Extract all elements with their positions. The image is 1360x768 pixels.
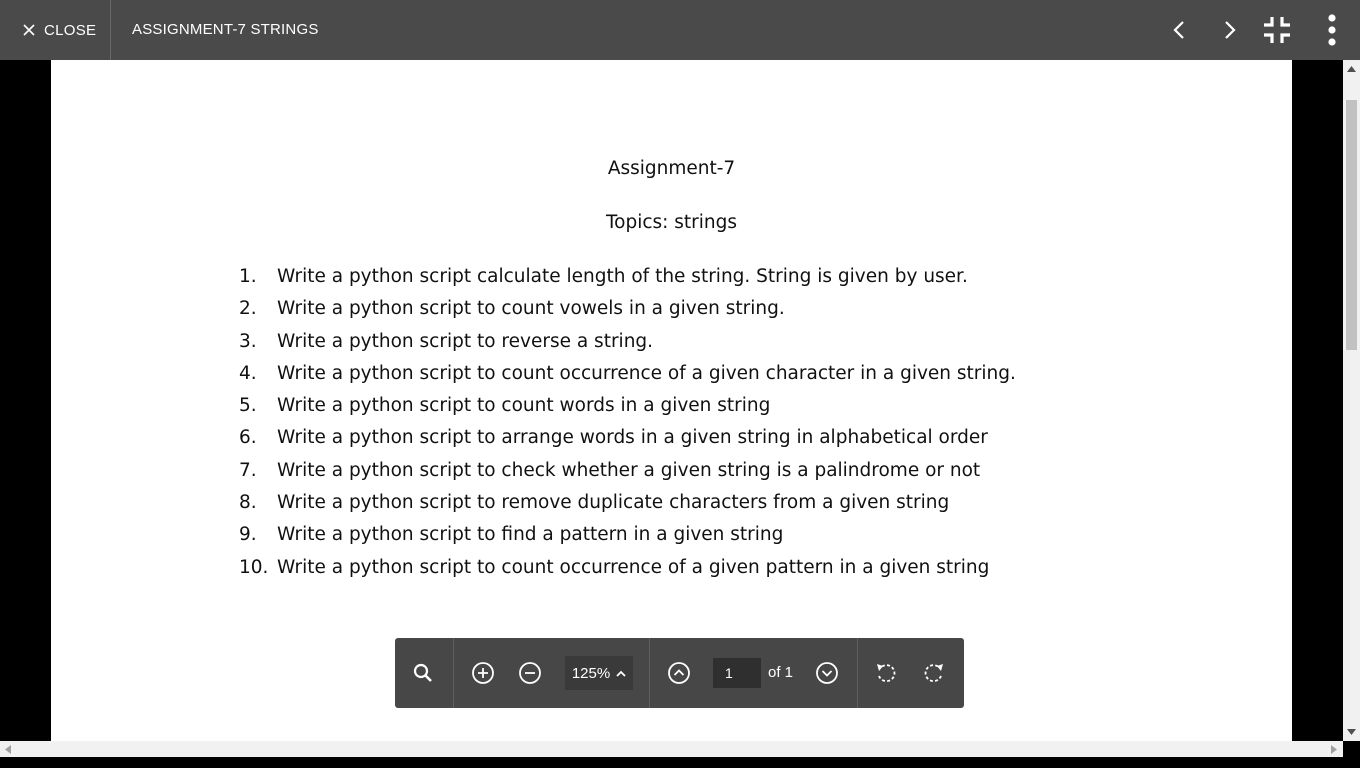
question-list: 1. Write a python script calculate length… xyxy=(239,263,1016,586)
question-number: 4. xyxy=(239,362,257,384)
question-text: Write a python script to count occurrenc… xyxy=(277,362,1016,384)
question-number: 6. xyxy=(239,427,257,449)
question-number: 2. xyxy=(239,298,257,320)
topics-subheading: Topics: strings xyxy=(605,212,738,233)
scroll-down-arrow-icon[interactable] xyxy=(1347,729,1356,735)
question-number: 10. xyxy=(239,556,269,578)
previous-page-icon xyxy=(668,662,690,684)
list-item: 10. Write a python script to count occurr… xyxy=(239,554,1016,586)
question-text: Write a python script to check whether a… xyxy=(277,459,981,481)
list-item: 1. Write a python script calculate length… xyxy=(239,263,1016,295)
scroll-up-arrow-icon[interactable] xyxy=(1347,66,1356,72)
list-item: 8. Write a python script to remove duplic… xyxy=(239,489,1016,521)
vertical-scroll-thumb[interactable] xyxy=(1346,100,1357,350)
zoom-level-value: 125% xyxy=(571,664,611,682)
pdf-toolbar: 125% of 1 xyxy=(395,638,964,708)
question-number: 5. xyxy=(239,395,257,417)
question-text: Write a python script calculate length o… xyxy=(277,266,968,287)
chevron-right-icon xyxy=(1225,21,1236,39)
vertical-scrollbar[interactable] xyxy=(1343,60,1360,741)
previous-page-button[interactable] xyxy=(663,657,695,689)
question-text: Write a python script to arrange words i… xyxy=(277,427,988,449)
rotate-right-icon xyxy=(924,664,943,683)
toolbar-divider xyxy=(649,638,650,708)
close-icon xyxy=(23,24,35,36)
list-item: 4. Write a python script to count occurre… xyxy=(239,360,1016,392)
previous-file-button[interactable] xyxy=(1164,14,1196,46)
exit-fullscreen-icon xyxy=(1264,17,1290,43)
document-title: ASSIGNMENT-7 STRINGS xyxy=(132,21,319,38)
list-item: 7. Write a python script to check whether… xyxy=(239,457,1016,489)
next-page-icon xyxy=(816,662,838,684)
more-vert-icon xyxy=(1328,14,1336,46)
list-item: 3. Write a python script to reverse a str… xyxy=(239,328,1016,360)
question-number: 8. xyxy=(239,492,257,514)
list-item: 2. Write a python script to count vowels … xyxy=(239,295,1016,327)
zoom-in-icon xyxy=(472,662,494,684)
list-item: 6. Write a python script to arrange words… xyxy=(239,424,1016,456)
toolbar-divider xyxy=(857,638,858,708)
question-text: Write a python script to remove duplicat… xyxy=(277,492,950,514)
question-text: Write a python script to count words in … xyxy=(277,395,771,417)
chevron-left-icon xyxy=(1173,21,1184,39)
question-text: Write a python script to find a pattern … xyxy=(277,524,784,546)
rotate-left-icon xyxy=(877,664,896,683)
exit-fullscreen-button[interactable] xyxy=(1261,14,1293,46)
question-number: 3. xyxy=(239,330,257,352)
close-label: CLOSE xyxy=(44,21,97,39)
scroll-right-arrow-icon[interactable] xyxy=(1331,745,1337,754)
question-text: Write a python script to count occurrenc… xyxy=(277,556,990,578)
search-button[interactable] xyxy=(407,657,439,689)
question-text: Write a python script to reverse a strin… xyxy=(277,330,654,352)
page-number-input[interactable] xyxy=(713,658,761,688)
horizontal-scrollbar[interactable] xyxy=(0,741,1343,757)
question-number: 9. xyxy=(239,524,257,546)
list-item: 5. Write a python script to count words i… xyxy=(239,392,1016,424)
page-total-label: of 1 xyxy=(768,664,794,681)
close-button[interactable]: CLOSE xyxy=(0,0,111,60)
toolbar-divider xyxy=(453,638,454,708)
next-page-button[interactable] xyxy=(811,657,843,689)
scroll-left-arrow-icon[interactable] xyxy=(5,745,11,754)
viewer-header: CLOSE ASSIGNMENT-7 STRINGS xyxy=(0,0,1360,60)
next-file-button[interactable] xyxy=(1213,14,1245,46)
zoom-level-dropdown[interactable]: 125% xyxy=(565,656,633,690)
chevron-up-icon xyxy=(616,670,626,677)
rotate-right-button[interactable] xyxy=(918,657,950,689)
zoom-out-icon xyxy=(519,662,541,684)
zoom-in-button[interactable] xyxy=(467,657,499,689)
list-item: 9. Write a python script to find a patter… xyxy=(239,521,1016,553)
question-text: Write a python script to count vowels in… xyxy=(277,298,785,320)
bottom-edge xyxy=(0,757,1360,768)
search-icon xyxy=(413,663,432,682)
question-number: 1. xyxy=(239,266,257,287)
zoom-out-button[interactable] xyxy=(514,657,546,689)
rotate-left-button[interactable] xyxy=(870,657,902,689)
more-options-button[interactable] xyxy=(1316,14,1348,46)
question-number: 7. xyxy=(239,459,257,481)
assignment-heading: Assignment-7 xyxy=(607,158,736,179)
